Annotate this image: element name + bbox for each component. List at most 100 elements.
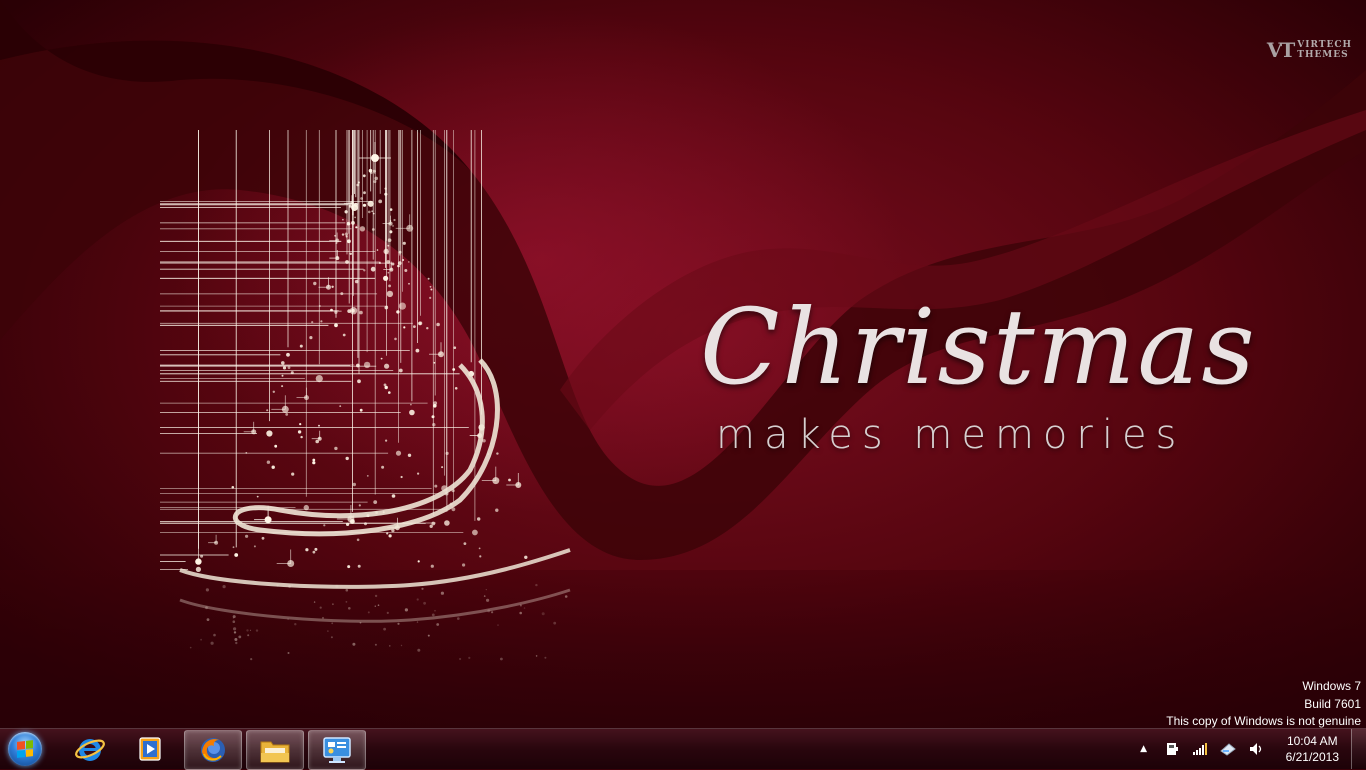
tree-sparkle <box>238 635 242 639</box>
tree-sparkle <box>431 521 436 526</box>
tree-sparkle <box>285 413 289 416</box>
tree-sparkle <box>357 564 361 568</box>
tree-sparkle <box>386 611 389 614</box>
volume-icon[interactable] <box>1247 740 1265 758</box>
tree-sparkle <box>404 608 408 612</box>
tree-sparkle <box>454 387 458 390</box>
tree-sparkle <box>356 363 360 368</box>
tree-sparkle <box>366 475 369 477</box>
tree-sparkle <box>383 627 386 631</box>
tree-sparkle <box>313 281 317 286</box>
tree-sparkle <box>396 310 400 314</box>
taskbar-windows-explorer[interactable] <box>246 730 304 770</box>
tree-sparkle <box>232 615 236 619</box>
tree-sparkle <box>564 595 568 598</box>
tree-sparkle <box>233 631 237 634</box>
tree-sparkle <box>441 466 444 469</box>
tree-sparkle <box>367 611 370 614</box>
tree-sparkle <box>421 587 424 590</box>
tree-sparkle <box>355 226 358 229</box>
tree-sparkle <box>416 598 419 601</box>
tree-sparkle <box>388 391 391 394</box>
tree-sparkle <box>371 228 375 231</box>
tree-sparkle <box>535 655 538 657</box>
taskbar-media-player[interactable] <box>122 730 178 768</box>
start-button[interactable] <box>4 731 46 767</box>
tree-sparkle <box>434 609 436 612</box>
tree-sparkle <box>286 352 290 357</box>
system-clock[interactable]: 10:04 AM 6/21/2013 <box>1286 733 1339 765</box>
tree-sparkle <box>287 652 290 654</box>
tree-sparkle <box>416 621 419 623</box>
tree-sparkle <box>334 323 338 328</box>
tree-sparkle <box>444 520 450 526</box>
tree-sparkle <box>417 648 421 652</box>
tree-sparkle <box>305 548 309 552</box>
tree-sparkle <box>374 643 377 646</box>
tree-sparkle <box>195 566 201 572</box>
desktop[interactable]: VT VIRTECH THEMES Christmas makes memori… <box>0 0 1366 728</box>
tree-sparkle <box>339 405 342 407</box>
tree-sparkle <box>352 642 356 646</box>
tree-sparkle <box>249 629 252 631</box>
tree-sparkle <box>387 271 390 274</box>
tree-sparkle <box>351 221 355 225</box>
tree-sparkle <box>347 565 351 569</box>
virtech-themes-logo: VT VIRTECH THEMES <box>1267 40 1352 61</box>
taskbar-internet-explorer[interactable] <box>62 730 118 768</box>
tree-sparkle <box>431 415 435 419</box>
tree-sparkle <box>391 494 396 498</box>
media-player-icon <box>139 737 161 761</box>
clock-date: 6/21/2013 <box>1285 750 1339 764</box>
tree-sparkle <box>250 658 253 661</box>
safely-remove-hardware-icon[interactable] <box>1163 740 1181 758</box>
tree-sparkle <box>524 555 528 559</box>
tree-sparkle <box>410 403 412 406</box>
tree-sparkle <box>407 453 412 457</box>
tree-sparkle <box>544 656 547 659</box>
tree-sparkle <box>351 308 355 313</box>
tree-sparkle <box>427 634 430 637</box>
tree-sparkle <box>373 169 376 173</box>
tree-sparkle <box>495 508 499 512</box>
tree-sparkle <box>374 605 376 607</box>
tree-sparkle <box>445 451 449 455</box>
tree-sparkle <box>368 210 371 214</box>
tree-sparkle <box>384 363 390 369</box>
tree-sparkle <box>347 239 351 244</box>
windows-not-genuine-watermark: Windows 7 Build 7601 This copy of Window… <box>1166 678 1361 728</box>
tree-sparkle <box>403 326 406 329</box>
logo-word-2: THEMES <box>1297 50 1349 60</box>
tree-sparkle <box>234 553 239 557</box>
taskbar-control-panel[interactable] <box>308 730 366 770</box>
tree-sparkle <box>496 452 499 455</box>
tree-sparkle <box>222 585 226 589</box>
tree-sparkle <box>232 620 236 623</box>
tree-sparkle <box>334 446 338 451</box>
tree-sparkle <box>387 238 392 242</box>
tree-sparkle <box>246 629 249 632</box>
taskbar: ▲ 10:04 AM 6/21/2013 <box>0 728 1366 770</box>
tree-sparkle <box>357 379 361 384</box>
tree-sparkle <box>453 346 457 349</box>
tree-sparkle <box>359 408 363 412</box>
tree-sparkle <box>327 630 329 632</box>
show-hidden-icons-button[interactable]: ▲ <box>1135 740 1153 758</box>
tree-sparkle <box>423 601 426 605</box>
tree-sparkle <box>318 424 320 427</box>
tree-sparkle <box>417 472 420 475</box>
tree-sparkle <box>347 309 352 313</box>
tree-sparkle <box>331 622 334 625</box>
tree-sparkle <box>342 333 346 337</box>
show-desktop-button[interactable] <box>1351 729 1366 769</box>
tree-sparkle <box>436 322 440 327</box>
power-battery-icon[interactable] <box>1219 740 1237 758</box>
tree-sparkle <box>477 517 481 521</box>
tree-sparkle <box>210 641 214 645</box>
network-signal-icon[interactable] <box>1191 740 1209 758</box>
taskbar-firefox[interactable] <box>184 730 242 770</box>
tree-sparkle <box>362 174 366 178</box>
windows-explorer-icon <box>260 741 290 763</box>
tree-sparkle <box>386 290 394 298</box>
tree-sparkle <box>378 199 383 204</box>
